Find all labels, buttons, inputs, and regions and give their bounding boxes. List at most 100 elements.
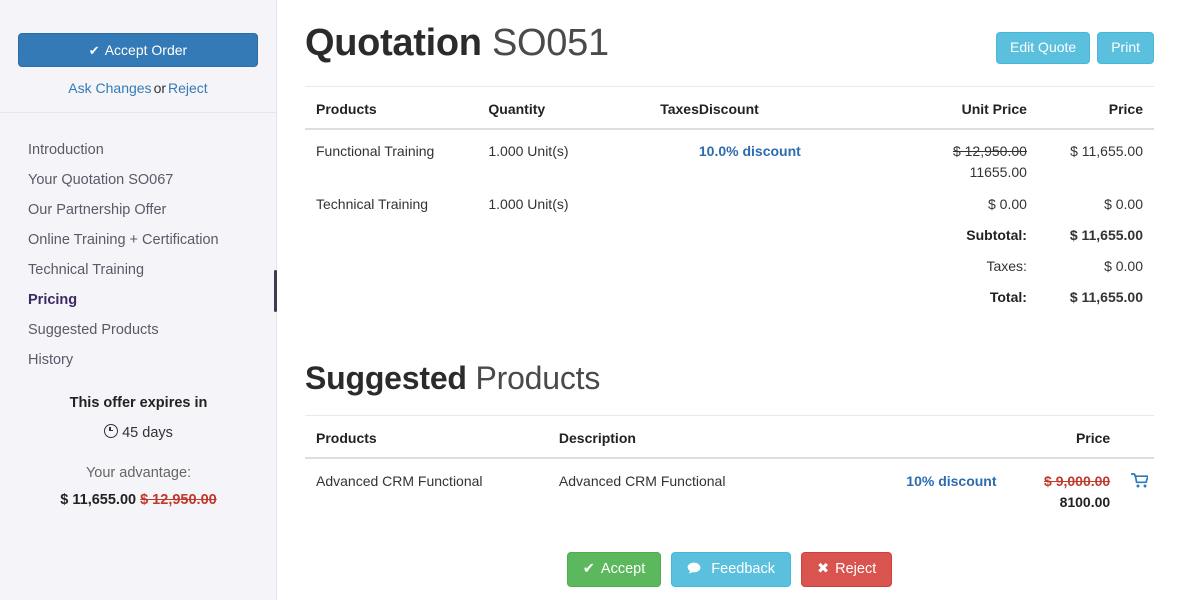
quote-action-buttons: ✔ Accept Feedback ✖ Reject [305,552,1154,588]
totals-row-subtotal: Subtotal: $ 11,655.00 [305,215,1154,246]
reject-button-label: Reject [835,561,876,577]
suggested-title-bold: Suggested [305,360,467,396]
row-product: Functional Training [305,129,488,183]
accept-order-label: Accept Order [105,42,187,58]
check-icon: ✔ [89,43,100,58]
row-taxes [619,183,699,215]
offer-expires-value: 45 days [122,425,173,441]
check-icon: ✔ [583,561,595,577]
header-actions: Edit Quote Print [996,22,1154,64]
col-price: Price [1027,87,1154,129]
total-label: Total: [894,277,1027,308]
accept-button[interactable]: ✔ Accept [567,552,662,588]
suggested-products-table: Products Description Price Advanced CRM … [305,416,1154,514]
offer-expires-value-row: 45 days [0,424,277,441]
total-value: $ 11,655.00 [1027,277,1154,308]
feedback-button-label: Feedback [711,561,775,577]
advantage-old-price: $ 12,950.00 [140,492,217,508]
edit-quote-button[interactable]: Edit Quote [996,32,1090,64]
table-row: Advanced CRM Functional Advanced CRM Fun… [305,458,1154,514]
sidebar-item-our-partnership-offer[interactable]: Our Partnership Offer [0,195,276,225]
sg-row-product: Advanced CRM Functional [305,458,559,514]
accept-order-button[interactable]: ✔ Accept Order [18,33,258,67]
sg-row-cart-cell [1110,458,1154,514]
row-product: Technical Training [305,183,488,215]
row-discount: 10.0% discount [699,129,894,183]
offer-expiry-block: This offer expires in 45 days Your advan… [0,395,277,508]
quotation-header-row: Products Quantity Taxes Discount Unit Pr… [305,87,1154,129]
sidebar-nav: IntroductionYour Quotation SO067Our Part… [0,113,276,375]
col-sg-products: Products [305,416,559,458]
subtotal-value: $ 11,655.00 [1027,215,1154,246]
sidebar-item-online-training-certification[interactable]: Online Training + Certification [0,225,276,255]
ask-changes-or-reject: Ask ChangesorReject [0,80,276,96]
close-icon: ✖ [817,561,829,577]
suggested-table-head: Products Description Price [305,416,1154,458]
col-sg-description: Description [559,416,837,458]
sidebar-item-introduction[interactable]: Introduction [0,135,276,165]
sg-row-description: Advanced CRM Functional [559,458,837,514]
main-content: Quotation SO051 Edit Quote Print Product… [277,0,1180,600]
taxes-label: Taxes: [894,246,1027,277]
clock-icon [104,424,118,438]
sidebar-item-technical-training[interactable]: Technical Training [0,255,276,285]
suggested-products-title: Suggested Products [305,360,1154,397]
sidebar: ✔ Accept Order Ask ChangesorReject Introd… [0,0,277,600]
advantage-label: Your advantage: [0,465,277,481]
row-price: $ 11,655.00 [1027,129,1154,183]
page-header: Quotation SO051 Edit Quote Print [305,0,1154,66]
totals-row-total: Total: $ 11,655.00 [305,277,1154,308]
col-sg-cart [1110,416,1154,458]
col-sg-price: Price [997,416,1111,458]
table-row: Technical Training 1.000 Unit(s) $ 0.00 … [305,183,1154,215]
quotation-portal-page: ✔Accept Order Ask ChangesorReject Introd… [0,0,1180,600]
offer-expires-title: This offer expires in [0,395,277,411]
unit-price-discounted: 11655.00 [894,159,1027,180]
or-label: or [152,80,168,96]
row-price: $ 0.00 [1027,183,1154,215]
col-sg-spacer [837,416,996,458]
row-quantity: 1.000 Unit(s) [488,129,619,183]
row-discount [699,183,894,215]
row-taxes [619,129,699,183]
sidebar-item-your-quotation-so067[interactable]: Your Quotation SO067 [0,165,276,195]
page-title-reference: SO051 [492,22,609,64]
accept-button-label: Accept [601,561,645,577]
sg-price-original: $ 9,000.00 [1044,473,1110,489]
discount-link[interactable]: 10.0% discount [699,143,801,159]
sidebar-item-history[interactable]: History [0,345,276,375]
col-products: Products [305,87,488,129]
sidebar-item-suggested-products[interactable]: Suggested Products [0,315,276,345]
col-quantity: Quantity [488,87,619,129]
quotation-table: Products Quantity Taxes Discount Unit Pr… [305,87,1154,308]
ask-changes-link[interactable]: Ask Changes [68,80,151,96]
suggested-title-light: Products [475,360,600,396]
quotation-table-body: Functional Training 1.000 Unit(s) 10.0% … [305,129,1154,308]
reject-link[interactable]: Reject [168,80,208,96]
feedback-button[interactable]: Feedback [671,552,791,588]
row-unit-price: $ 12,950.00 11655.00 [894,129,1027,183]
subtotal-label: Subtotal: [894,215,1027,246]
totals-row-taxes: Taxes: $ 0.00 [305,246,1154,277]
print-button[interactable]: Print [1097,32,1154,64]
sg-row-discount: 10% discount [837,458,996,514]
table-row: Functional Training 1.000 Unit(s) 10.0% … [305,129,1154,183]
speech-bubble-icon [687,561,705,577]
suggested-header-row: Products Description Price [305,416,1154,458]
col-taxes: Taxes [619,87,699,129]
col-unit-price: Unit Price [894,87,1027,129]
unit-price-original: $ 12,950.00 [953,143,1027,159]
row-quantity: 1.000 Unit(s) [488,183,619,215]
shopping-cart-icon[interactable] [1131,473,1148,491]
sg-discount-link[interactable]: 10% discount [906,473,996,489]
advantage-values: $ 11,655.00$ 12,950.00 [0,492,277,508]
taxes-value: $ 0.00 [1027,246,1154,277]
page-title-bold: Quotation [305,22,482,64]
sg-price-discounted: 8100.00 [997,489,1111,510]
sg-row-price: $ 9,000.00 8100.00 [997,458,1111,514]
sidebar-item-pricing[interactable]: Pricing [0,285,276,315]
row-unit-price: $ 0.00 [894,183,1027,215]
suggested-table-body: Advanced CRM Functional Advanced CRM Fun… [305,458,1154,514]
page-title: Quotation SO051 [305,22,609,66]
reject-button[interactable]: ✖ Reject [801,552,892,588]
